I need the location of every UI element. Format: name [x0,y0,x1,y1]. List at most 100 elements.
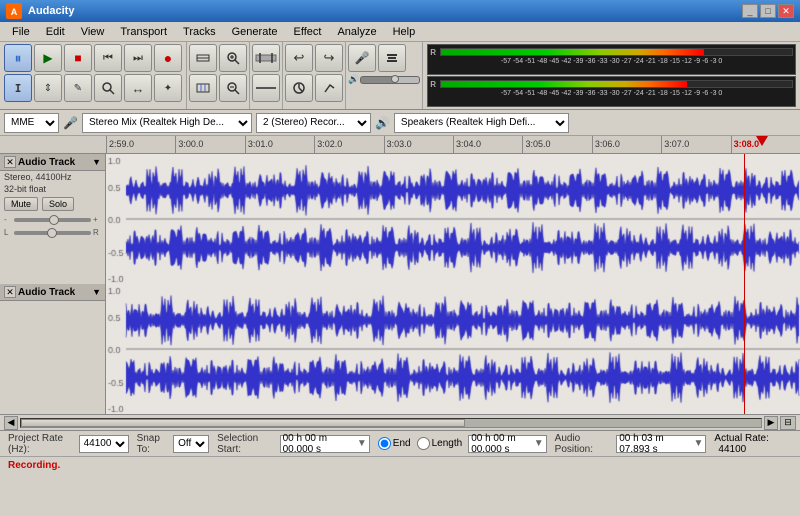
scroll-thumb[interactable] [21,419,465,427]
length-radio[interactable] [417,437,430,450]
pause-button[interactable]: ⏸ [4,44,32,72]
mic-volume-btn[interactable] [378,44,406,72]
select-tool-button[interactable]: I [4,74,32,102]
multi-tool-button[interactable]: ✦ [154,74,182,102]
menu-file[interactable]: File [4,24,38,40]
project-rate-select[interactable]: 44100 [79,435,129,453]
track-2-close-button[interactable]: ✕ [4,286,16,298]
maximize-button[interactable]: □ [760,4,776,18]
length-radio-option[interactable]: Length [417,437,463,450]
track-1-mute-button[interactable]: Mute [4,197,38,211]
play-button[interactable]: ▶ [34,44,62,72]
end-value-field[interactable]: 00 h 00 m 00.000 s ▼ [468,435,546,453]
app-icon: A [6,3,22,19]
timeshift-tool-button[interactable]: ↔ [124,74,152,102]
ruler-mark: 3:07.0 [661,136,730,153]
stop-button[interactable]: ■ [64,44,92,72]
close-button[interactable]: ✕ [778,4,794,18]
menu-generate[interactable]: Generate [224,24,286,40]
end-length-group: End Length 00 h 00 m 00.000 s ▼ [378,435,547,453]
audio-position-text: 00 h 03 m 07.893 s [619,433,691,455]
track-1-info2: 32-bit float [0,183,105,195]
skip-end-button[interactable]: ⏭ [124,44,152,72]
driver-select[interactable]: MME [4,113,59,133]
trim-audio-button[interactable] [252,44,280,72]
trim-button2[interactable] [285,74,313,102]
window-title: Audacity [28,5,742,17]
zoom-tool-button[interactable] [94,74,122,102]
track-2-header: ✕ Audio Track ▼ [0,284,105,301]
window-controls: _ □ ✕ [742,4,794,18]
audio-position-value[interactable]: 00 h 03 m 07.893 s ▼ [616,435,706,453]
gain-label-plus: + [93,215,101,224]
track-1-gain-slider[interactable] [14,218,91,222]
end-label: End [393,438,411,449]
output-device-select[interactable]: Speakers (Realtek High Defi... [394,113,569,133]
track-1-pan-slider[interactable] [14,231,91,235]
audio-position-field: Audio Position: 00 h 03 m 07.893 s ▼ [555,433,707,455]
ruler-mark: 3:00.0 [175,136,244,153]
envelope-tool-button[interactable]: ⇕ [34,74,62,102]
recording-status-bar: Recording. [0,456,800,474]
undo-button[interactable]: ↩ [285,44,313,72]
track-1-label: ✕ Audio Track ▼ Stereo, 44100Hz 32-bit f… [0,154,106,284]
track-1-dropdown[interactable]: ▼ [92,157,101,167]
record-button[interactable]: ● [154,44,182,72]
collapse-button[interactable]: ⊟ [780,416,796,430]
audio-position-dropdown[interactable]: ▼ [694,438,704,449]
input-device-select[interactable]: Stereo Mix (Realtek High De... [82,113,252,133]
track-1-waveform[interactable] [106,154,800,284]
menu-help[interactable]: Help [385,24,424,40]
draw-mode-button[interactable] [315,74,343,102]
minimize-button[interactable]: _ [742,4,758,18]
menu-view[interactable]: View [73,24,113,40]
track-1-close-button[interactable]: ✕ [4,156,16,168]
track-1-header: ✕ Audio Track ▼ [0,154,105,171]
snap-to-select[interactable]: Off [173,435,209,453]
end-radio-option[interactable]: End [378,437,411,450]
actual-rate-value: 44100 [718,444,746,455]
track-2-dropdown[interactable]: ▼ [92,287,101,297]
track-1-info1: Stereo, 44100Hz [0,171,105,183]
track-1-solo-button[interactable]: Solo [42,197,74,211]
ruler-mark: 3:06.0 [592,136,661,153]
track-2-waveform[interactable] [106,284,800,414]
actual-rate-label: Actual Rate: [714,433,768,444]
track-1-gain-row: - + [0,213,105,226]
zoom-out-button[interactable] [219,74,247,102]
menu-bar: File Edit View Transport Tracks Generate… [0,22,800,42]
ruler-mark: 3:03.0 [384,136,453,153]
end-radio[interactable] [378,437,391,450]
menu-tracks[interactable]: Tracks [175,24,224,40]
pan-label-l: L [4,228,12,237]
menu-transport[interactable]: Transport [112,24,175,40]
mic-icon-btn[interactable]: 🎤 [348,44,376,72]
track-2-playhead-line [744,284,745,414]
input-channels-select[interactable]: 2 (Stereo) Recor... [256,113,371,133]
selection-start-text: 00 h 00 m 00.000 s [283,433,355,455]
end-value-dropdown[interactable]: ▼ [534,438,544,449]
playhead-marker[interactable] [756,136,768,146]
silence-button[interactable] [252,74,280,102]
redo-button[interactable]: ↪ [315,44,343,72]
length-label: Length [432,438,463,449]
project-rate-field: Project Rate (Hz): 44100 [8,433,129,455]
fit-project-button[interactable] [189,44,217,72]
track-area: ✕ Audio Track ▼ Stereo, 44100Hz 32-bit f… [0,154,800,414]
gain-label: - [4,215,12,224]
menu-analyze[interactable]: Analyze [329,24,384,40]
skip-start-button[interactable]: ⏮ [94,44,122,72]
zoom-in-button[interactable] [219,44,247,72]
scroll-right-button[interactable]: ▶ [764,416,778,430]
horizontal-scrollbar: ◀ ▶ ⊟ [0,414,800,430]
ruler-mark: 2:59.0 [106,136,175,153]
track-2-waveform-canvas [106,284,800,414]
menu-effect[interactable]: Effect [286,24,330,40]
scroll-track[interactable] [20,418,762,428]
zoom-sel-button[interactable] [189,74,217,102]
scroll-left-button[interactable]: ◀ [4,416,18,430]
selection-start-dropdown[interactable]: ▼ [357,438,367,449]
menu-edit[interactable]: Edit [38,24,73,40]
draw-tool-button[interactable]: ✎ [64,74,92,102]
selection-start-value[interactable]: 00 h 00 m 00.000 s ▼ [280,435,370,453]
